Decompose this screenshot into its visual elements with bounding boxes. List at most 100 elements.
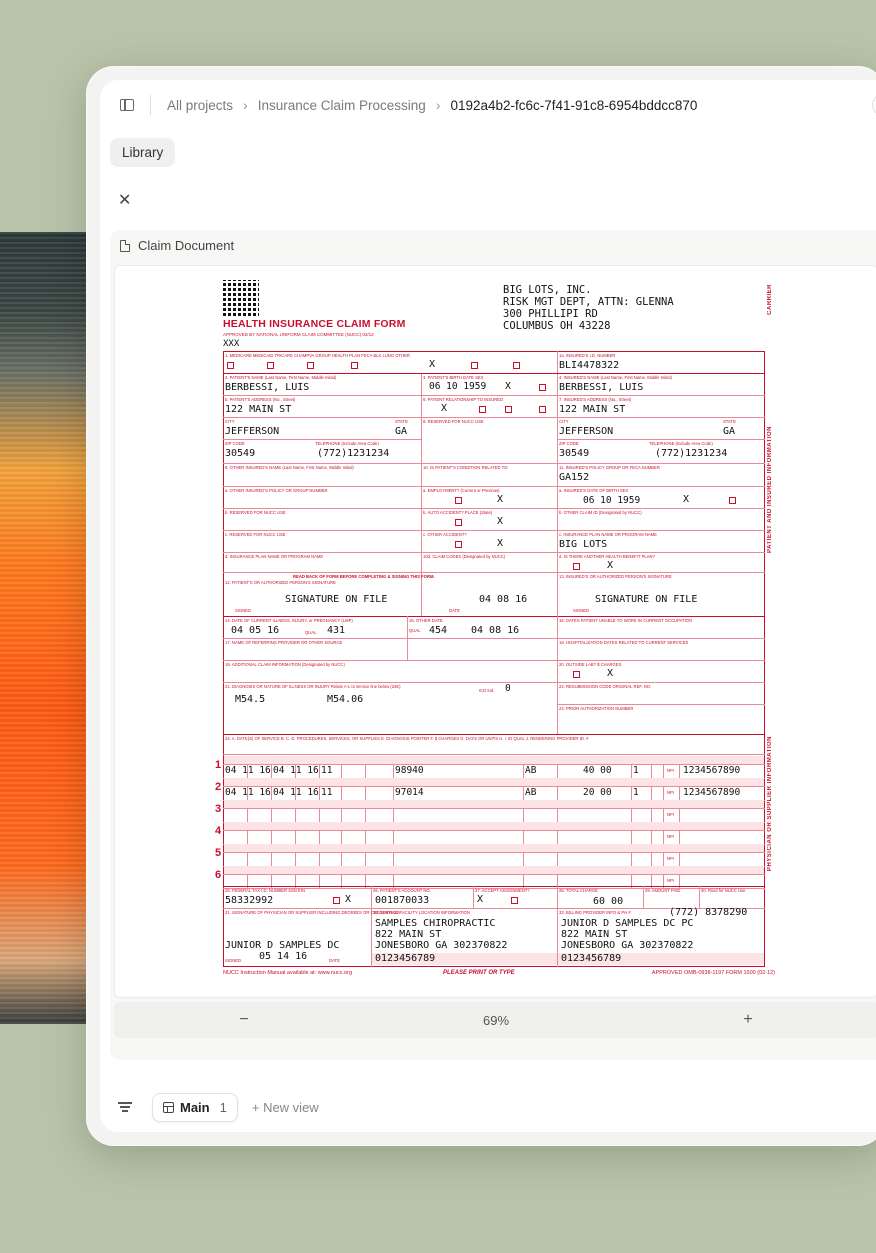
divider bbox=[223, 682, 765, 683]
qual-14: 431 bbox=[327, 625, 346, 636]
date-15: 04 08 16 bbox=[471, 625, 520, 636]
insured-zip: 30549 bbox=[559, 448, 590, 459]
divider bbox=[393, 830, 394, 844]
label-box29: 29. AMOUNT PAID bbox=[645, 888, 681, 893]
policy-group: GA152 bbox=[559, 472, 590, 483]
settings-icon[interactable] bbox=[872, 94, 876, 116]
service-line-shaded-row bbox=[224, 756, 764, 764]
divider bbox=[223, 417, 765, 418]
label-box24: 24. A. DATE(S) OF SERVICE B. C. D. PROCE… bbox=[225, 736, 589, 741]
label-box7: 7. INSURED'S ADDRESS (No., Street) bbox=[559, 397, 632, 402]
divider bbox=[663, 852, 664, 866]
table-icon bbox=[163, 1101, 174, 1113]
label-box10b: b. AUTO ACCIDENT? PLACE (State) bbox=[423, 510, 493, 515]
label-date: DATE bbox=[329, 958, 340, 963]
total-charge: 60 00 bbox=[593, 896, 624, 907]
label-tel: TELEPHONE (Include Area Code) bbox=[649, 441, 713, 446]
label-box15: 15. OTHER DATE bbox=[409, 618, 443, 623]
divider bbox=[223, 463, 765, 464]
label-box11: 11. INSURED'S POLICY GROUP OR FECA NUMBE… bbox=[559, 465, 660, 470]
x-mark-other-acc-no: X bbox=[497, 538, 504, 549]
divider bbox=[247, 830, 248, 844]
service-line-shaded-row bbox=[224, 822, 764, 830]
divider bbox=[223, 552, 765, 553]
divider bbox=[631, 786, 632, 800]
zoom-in-button[interactable]: + bbox=[738, 1011, 758, 1029]
insured-address: 122 MAIN ST bbox=[559, 404, 626, 415]
x-mark-sex: X bbox=[505, 381, 512, 392]
service-line-provider: 1234567890 bbox=[683, 787, 741, 798]
service-line-pointer: AB bbox=[525, 765, 537, 776]
divider bbox=[651, 808, 652, 822]
label-qual: QUAL bbox=[409, 628, 421, 633]
zoom-out-button[interactable]: − bbox=[234, 1011, 254, 1029]
close-icon[interactable]: ✕ bbox=[118, 190, 131, 210]
service-line-units: 1 bbox=[633, 787, 639, 798]
label-signed: SIGNED bbox=[573, 608, 590, 613]
divider bbox=[557, 351, 558, 616]
label-npi: NPI bbox=[667, 812, 674, 817]
divider bbox=[150, 95, 151, 115]
divider bbox=[523, 852, 524, 866]
label-npi: NPI bbox=[667, 834, 674, 839]
checkbox-auto-yes bbox=[455, 519, 462, 526]
checkbox-another-plan-yes bbox=[573, 563, 580, 570]
divider bbox=[557, 704, 765, 705]
service-line-pos: 11 bbox=[321, 787, 333, 798]
divider bbox=[699, 886, 700, 908]
label-box11a: a. INSURED'S DATE OF BIRTH SEX bbox=[559, 488, 629, 493]
breadcrumb-project[interactable]: Insurance Claim Processing bbox=[258, 98, 426, 113]
new-view-button[interactable]: + New view bbox=[252, 1100, 319, 1115]
app-content: All projects › Insurance Claim Processin… bbox=[100, 80, 876, 1132]
divider bbox=[247, 808, 248, 822]
chevron-right-icon: › bbox=[243, 97, 248, 113]
divider bbox=[223, 395, 765, 396]
divider bbox=[223, 373, 765, 374]
checkbox-medicare bbox=[227, 362, 234, 369]
signature-12: SIGNATURE ON FILE bbox=[285, 594, 388, 605]
divider bbox=[393, 808, 394, 822]
divider bbox=[643, 886, 644, 908]
filter-icon[interactable] bbox=[118, 1102, 132, 1112]
footer-mid: PLEASE PRINT OR TYPE bbox=[443, 970, 515, 976]
label-box23: 23. PRIOR AUTHORIZATION NUMBER bbox=[559, 706, 634, 711]
label-city: CITY bbox=[225, 419, 235, 424]
divider bbox=[631, 764, 632, 778]
checkbox-child bbox=[505, 406, 512, 413]
insured-city: JEFFERSON bbox=[559, 426, 614, 437]
divider bbox=[651, 786, 652, 800]
divider bbox=[223, 486, 765, 487]
label-box19: 19. ADDITIONAL CLAIM INFORMATION (Design… bbox=[225, 662, 345, 667]
label-box17: 17. NAME OF REFERRING PROVIDER OR OTHER … bbox=[225, 640, 343, 645]
library-button[interactable]: Library bbox=[110, 138, 176, 167]
sidebar-toggle-icon[interactable] bbox=[120, 99, 134, 111]
breadcrumb-all-projects[interactable]: All projects bbox=[167, 98, 233, 113]
label-npi: NPI bbox=[667, 768, 674, 773]
document-viewer[interactable]: HEALTH INSURANCE CLAIM FORM APPROVED BY … bbox=[114, 265, 876, 998]
qr-code bbox=[223, 280, 259, 316]
file-icon bbox=[120, 239, 130, 252]
divider bbox=[557, 830, 558, 844]
divider bbox=[679, 852, 680, 866]
divider bbox=[271, 852, 272, 866]
service-line-to: 04 11 16 bbox=[273, 787, 319, 798]
label-city: CITY bbox=[559, 419, 569, 424]
service-line-number: 4 bbox=[215, 825, 222, 837]
label-box1a: 1a. INSURED'S I.D. NUMBER bbox=[559, 353, 616, 358]
tab-main[interactable]: Main 1 bbox=[152, 1092, 238, 1122]
divider bbox=[319, 852, 320, 866]
divider bbox=[663, 764, 664, 778]
top-bar: All projects › Insurance Claim Processin… bbox=[100, 80, 876, 130]
label-box20: 20. OUTSIDE LAB? $ CHARGES bbox=[559, 662, 622, 667]
service-line-units: 1 bbox=[633, 765, 639, 776]
label-qual: QUAL bbox=[305, 630, 317, 635]
physician-sig-date: 05 14 16 bbox=[259, 951, 308, 962]
service-line-cpt: 98940 bbox=[395, 765, 424, 776]
side-label-carrier: CARRIER bbox=[767, 284, 773, 315]
divider bbox=[679, 830, 680, 844]
label-date: DATE bbox=[449, 608, 460, 613]
form-title: HEALTH INSURANCE CLAIM FORM bbox=[223, 318, 406, 330]
label-state: STATE bbox=[395, 419, 408, 424]
insured-tel: (772)1231234 bbox=[655, 448, 728, 459]
divider bbox=[679, 764, 680, 778]
